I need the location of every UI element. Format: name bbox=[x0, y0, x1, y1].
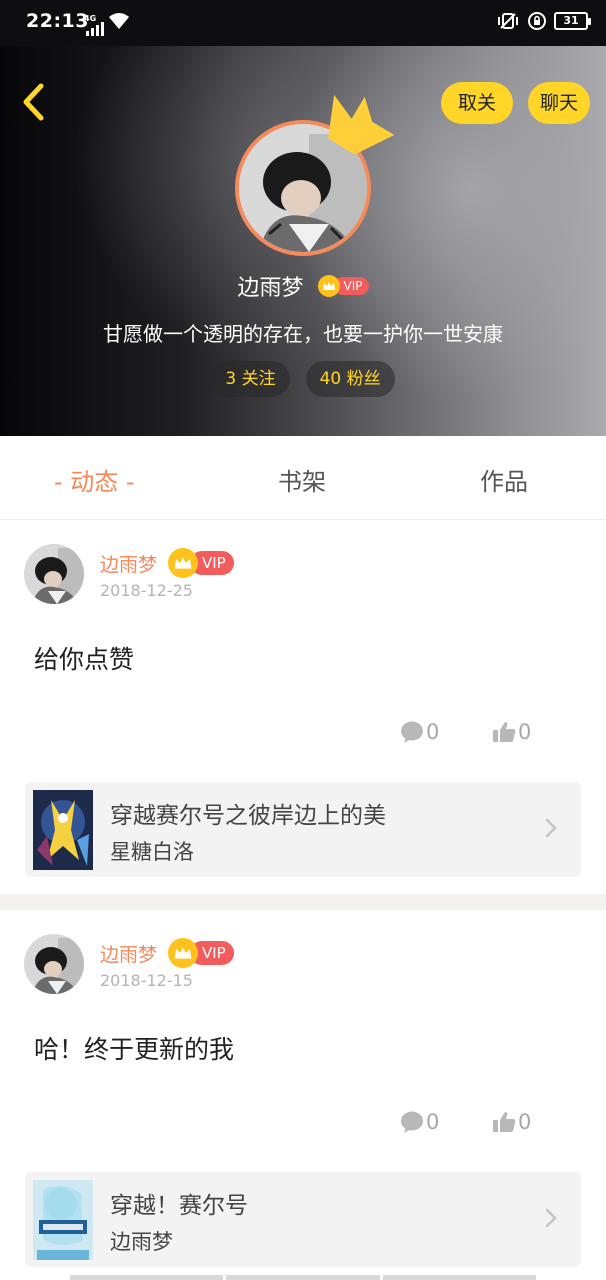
avatar-image bbox=[24, 544, 84, 604]
vip-badge: VIP bbox=[168, 938, 234, 968]
wifi-icon bbox=[109, 13, 129, 29]
like-button[interactable]: 0 bbox=[492, 720, 531, 744]
thumbs-up-icon bbox=[493, 722, 516, 742]
book-author: 星糖白洛 bbox=[110, 840, 194, 864]
avatar-image bbox=[24, 934, 84, 994]
username-row: 边雨梦 VIP bbox=[0, 270, 606, 302]
comment-count: 0 bbox=[426, 720, 440, 744]
post-text: 给你点赞 bbox=[34, 645, 135, 674]
status-bar: 22:13 4G 31 bbox=[0, 0, 606, 46]
comment-button[interactable]: 0 bbox=[400, 1110, 439, 1134]
lock-icon bbox=[528, 12, 546, 30]
chevron-right-icon bbox=[545, 1208, 557, 1228]
fans-count[interactable]: 40 粉丝 bbox=[305, 361, 395, 397]
profile-header: 22:13 4G 31 取关 聊天 边雨梦 VIP 甘愿做一个透明的存在，也要一… bbox=[0, 0, 606, 436]
crown-icon bbox=[328, 94, 394, 154]
post-item: 边雨梦 VIP 2018-12-25 给你点赞 0 0 穿越赛尔号之彼岸边上的美… bbox=[0, 520, 606, 894]
battery-icon: 31 bbox=[554, 12, 591, 30]
comment-count: 0 bbox=[426, 1110, 440, 1134]
comment-icon bbox=[401, 721, 423, 743]
chevron-right-icon bbox=[545, 818, 557, 838]
comment-button[interactable]: 0 bbox=[400, 720, 439, 744]
like-count: 0 bbox=[518, 720, 532, 744]
post-text: 哈！终于更新的我 bbox=[34, 1035, 235, 1064]
tab-bookshelf[interactable]: 书架 bbox=[278, 462, 326, 497]
comment-icon bbox=[401, 1111, 423, 1133]
username: 边雨梦 bbox=[237, 276, 304, 301]
post-author[interactable]: 边雨梦 bbox=[100, 940, 157, 967]
back-arrow-icon[interactable] bbox=[14, 80, 54, 124]
post-avatar[interactable] bbox=[24, 934, 84, 994]
like-button[interactable]: 0 bbox=[492, 1110, 531, 1134]
thumbs-up-icon bbox=[493, 1112, 516, 1132]
status-right: 31 bbox=[496, 12, 591, 30]
next-post-edge bbox=[70, 1275, 536, 1280]
vip-badge: VIP bbox=[317, 275, 369, 297]
vip-badge: VIP bbox=[168, 548, 234, 578]
vip-crown-icon bbox=[317, 275, 340, 297]
book-cover bbox=[33, 790, 93, 870]
book-cover bbox=[33, 1180, 93, 1260]
post-date: 2018-12-15 bbox=[100, 971, 193, 990]
vibrate-icon bbox=[498, 13, 518, 29]
book-card[interactable]: 穿越！赛尔号 边雨梦 bbox=[25, 1172, 581, 1267]
tab-works[interactable]: 作品 bbox=[480, 462, 528, 497]
post-divider bbox=[0, 894, 606, 910]
post-date: 2018-12-25 bbox=[100, 581, 193, 600]
book-author: 边雨梦 bbox=[110, 1230, 173, 1254]
book-title: 穿越！赛尔号 bbox=[110, 1193, 248, 1219]
book-title: 穿越赛尔号之彼岸边上的美 bbox=[110, 803, 386, 829]
vip-crown-icon bbox=[168, 938, 198, 968]
signal-icon bbox=[86, 22, 104, 36]
like-count: 0 bbox=[518, 1110, 532, 1134]
post-avatar[interactable] bbox=[24, 544, 84, 604]
following-count[interactable]: 3 关注 bbox=[211, 361, 290, 397]
follow-stats: 3 关注 40 粉丝 bbox=[0, 361, 606, 397]
post-author[interactable]: 边雨梦 bbox=[100, 550, 157, 577]
post-item: 边雨梦 VIP 2018-12-15 哈！终于更新的我 0 0 穿越！赛尔号 边… bbox=[0, 910, 606, 1280]
book-card[interactable]: 穿越赛尔号之彼岸边上的美 星糖白洛 bbox=[25, 782, 581, 877]
vip-crown-icon bbox=[168, 548, 198, 578]
unfollow-button[interactable]: 取关 bbox=[441, 82, 513, 124]
chat-button[interactable]: 聊天 bbox=[528, 82, 590, 124]
tab-dynamic[interactable]: - 动态 - bbox=[54, 462, 135, 497]
status-time: 22:13 bbox=[26, 10, 89, 32]
user-signature: 甘愿做一个透明的存在，也要一护你一世安康 bbox=[103, 322, 503, 346]
profile-tabs: - 动态 - 书架 作品 bbox=[0, 436, 606, 520]
